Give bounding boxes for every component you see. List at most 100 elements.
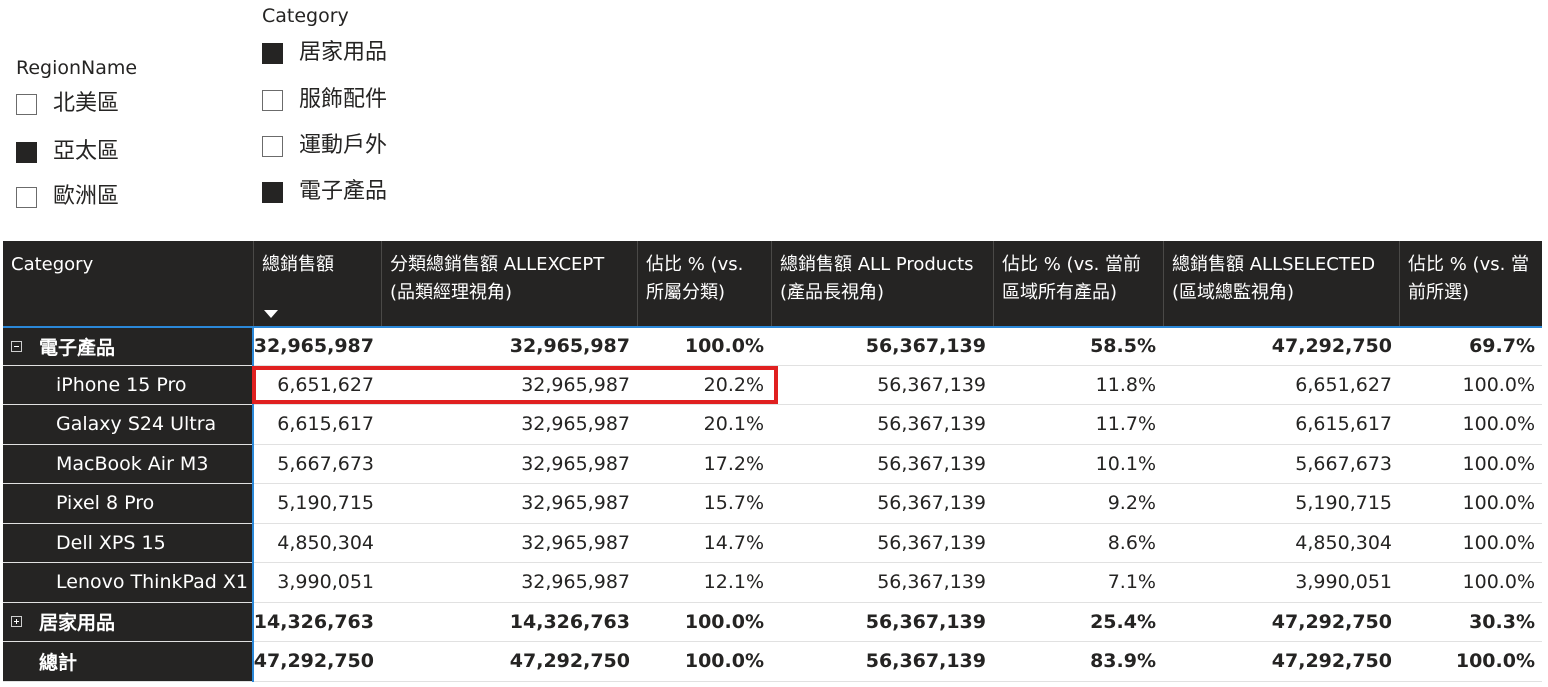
cell-pct-of-category: 100.0% <box>684 335 764 358</box>
column-header-total-allselected[interactable]: 總銷售額 ALLSELECTED (區域總監視角) <box>1163 241 1399 326</box>
cell-category-total-allexcept: 32,965,987 <box>521 373 630 396</box>
checkbox[interactable] <box>16 141 37 163</box>
region-option-north-america[interactable]: 北美區 <box>16 91 119 117</box>
cell-total-sales: 4,850,304 <box>277 531 374 554</box>
cell-pct-of-category: 100.0% <box>684 610 764 633</box>
cell-pct-of-region-all: 11.8% <box>1095 373 1156 396</box>
row-header-label: Lenovo ThinkPad X1 <box>56 571 248 594</box>
cell-total-allselected: 6,615,617 <box>1295 413 1392 436</box>
row-header: 總計 <box>3 642 252 681</box>
cell-total-all-products: 56,367,139 <box>877 373 986 396</box>
category-option-apparel[interactable]: 服飾配件 <box>262 87 387 113</box>
column-header-label: Category <box>11 254 94 275</box>
cell-pct-of-selected: 100.0% <box>1462 373 1535 396</box>
table-row[interactable]: Dell XPS 15 4,850,304 32,965,987 14.7% 5… <box>3 523 1542 563</box>
cell-pct-of-category: 20.2% <box>703 373 764 396</box>
region-slicer-title: RegionName <box>16 57 138 79</box>
matrix-header-row: Category 總銷售額 分類總銷售額 ALLEXCEPT (品類經理視角) … <box>3 241 1542 326</box>
column-header-pct-of-category[interactable]: 佔比 % (vs. 所屬分類) <box>637 241 771 326</box>
row-header: Lenovo ThinkPad X1 <box>3 563 252 602</box>
row-header-separator <box>252 326 254 682</box>
column-header-label: 佔比 % (vs. 當前區域所有產品) <box>1002 254 1142 303</box>
cell-total-all-products: 56,367,139 <box>877 492 986 515</box>
category-option-label: 電子產品 <box>299 179 388 204</box>
cell-pct-of-category: 17.2% <box>703 452 764 475</box>
cell-total-sales: 3,990,051 <box>277 571 374 594</box>
cell-pct-of-selected: 100.0% <box>1462 571 1535 594</box>
cell-total-sales: 5,667,673 <box>277 452 374 475</box>
cell-category-total-allexcept: 14,326,763 <box>509 610 630 633</box>
cell-total-all-products: 56,367,139 <box>877 531 986 554</box>
column-header-total-all-products[interactable]: 總銷售額 ALL Products (產品長視角) <box>771 241 993 326</box>
category-option-label: 運動戶外 <box>299 133 388 158</box>
cell-category-total-allexcept: 32,965,987 <box>521 413 630 436</box>
checkbox[interactable] <box>262 135 283 157</box>
row-header: Dell XPS 15 <box>3 523 252 562</box>
table-row[interactable]: 電子產品 32,965,987 32,965,987 100.0% 56,367… <box>3 326 1542 366</box>
column-header-pct-of-selected[interactable]: 佔比 % (vs. 當前所選) <box>1399 241 1542 326</box>
category-option-home-goods[interactable]: 居家用品 <box>262 40 387 66</box>
cell-total-sales: 5,190,715 <box>277 492 374 515</box>
checkbox[interactable] <box>262 89 283 111</box>
table-row[interactable]: 居家用品 14,326,763 14,326,763 100.0% 56,367… <box>3 602 1542 642</box>
row-header-label: Pixel 8 Pro <box>56 492 155 515</box>
cell-total-sales: 47,292,750 <box>253 650 374 673</box>
row-header-label: MacBook Air M3 <box>56 452 209 475</box>
region-option-label: 亞太區 <box>53 139 120 164</box>
checkbox[interactable] <box>262 42 283 64</box>
table-row[interactable]: MacBook Air M3 5,667,673 32,965,987 17.2… <box>3 444 1542 484</box>
cell-pct-of-selected: 100.0% <box>1462 531 1535 554</box>
cell-pct-of-region-all: 11.7% <box>1095 413 1156 436</box>
cell-pct-of-region-all: 83.9% <box>1090 650 1156 673</box>
cell-pct-of-region-all: 9.2% <box>1107 492 1156 515</box>
cell-pct-of-selected: 30.3% <box>1469 610 1535 633</box>
cell-total-sales: 32,965,987 <box>253 335 374 358</box>
cell-category-total-allexcept: 32,965,987 <box>521 531 630 554</box>
row-header-label: 總計 <box>39 651 78 674</box>
checkbox[interactable] <box>262 181 283 203</box>
region-slicer: RegionName 北美區 亞太區 歐洲區 <box>16 56 216 216</box>
cell-pct-of-selected: 100.0% <box>1462 413 1535 436</box>
column-header-category[interactable]: Category <box>3 241 253 326</box>
row-header: Pixel 8 Pro <box>3 484 252 523</box>
row-header-label: Galaxy S24 Ultra <box>56 413 217 436</box>
row-header: 居家用品 <box>3 602 252 641</box>
cell-pct-of-region-all: 10.1% <box>1095 452 1156 475</box>
cell-total-all-products: 56,367,139 <box>877 452 986 475</box>
checkbox[interactable] <box>16 93 37 115</box>
column-header-label: 佔比 % (vs. 所屬分類) <box>646 254 744 303</box>
cell-pct-of-selected: 100.0% <box>1462 452 1535 475</box>
table-row[interactable]: Galaxy S24 Ultra 6,615,617 32,965,987 20… <box>3 405 1542 445</box>
table-row[interactable]: iPhone 15 Pro 6,651,627 32,965,987 20.2%… <box>3 365 1542 405</box>
row-header: MacBook Air M3 <box>3 444 252 483</box>
collapse-icon[interactable] <box>11 340 22 352</box>
region-option-asia-pacific[interactable]: 亞太區 <box>16 139 119 165</box>
expand-icon[interactable] <box>11 616 22 628</box>
table-row[interactable]: Lenovo ThinkPad X1 3,990,051 32,965,987 … <box>3 563 1542 603</box>
cell-pct-of-category: 15.7% <box>703 492 764 515</box>
region-option-europe[interactable]: 歐洲區 <box>16 184 119 210</box>
row-header-label: 居家用品 <box>39 612 116 635</box>
cell-total-allselected: 5,667,673 <box>1295 452 1392 475</box>
cell-total-all-products: 56,367,139 <box>865 650 986 673</box>
sales-matrix: Category 總銷售額 分類總銷售額 ALLEXCEPT (品類經理視角) … <box>3 241 1542 682</box>
checkbox[interactable] <box>16 186 37 208</box>
cell-pct-of-region-all: 7.1% <box>1107 571 1156 594</box>
total-row: 總計 47,292,750 47,292,750 100.0% 56,367,1… <box>3 642 1542 682</box>
cell-pct-of-category: 20.1% <box>703 413 764 436</box>
row-header: iPhone 15 Pro <box>3 365 252 404</box>
category-option-label: 服飾配件 <box>299 87 388 112</box>
row-header-label: iPhone 15 Pro <box>56 373 187 396</box>
column-header-pct-of-region-all[interactable]: 佔比 % (vs. 當前區域所有產品) <box>993 241 1163 326</box>
column-header-label: 總銷售額 ALLSELECTED (區域總監視角) <box>1172 254 1376 303</box>
column-header-total-sales[interactable]: 總銷售額 <box>253 241 381 326</box>
cell-category-total-allexcept: 32,965,987 <box>521 452 630 475</box>
row-header: 電子產品 <box>3 328 252 365</box>
table-row[interactable]: Pixel 8 Pro 5,190,715 32,965,987 15.7% 5… <box>3 484 1542 524</box>
category-option-label: 居家用品 <box>299 40 388 65</box>
matrix-body: 電子產品 32,965,987 32,965,987 100.0% 56,367… <box>3 326 1542 682</box>
category-option-sports-outdoor[interactable]: 運動戶外 <box>262 133 387 159</box>
column-header-category-total-allexcept[interactable]: 分類總銷售額 ALLEXCEPT (品類經理視角) <box>381 241 637 326</box>
category-option-electronics[interactable]: 電子產品 <box>262 179 387 205</box>
column-header-label: 分類總銷售額 ALLEXCEPT (品類經理視角) <box>390 254 605 303</box>
